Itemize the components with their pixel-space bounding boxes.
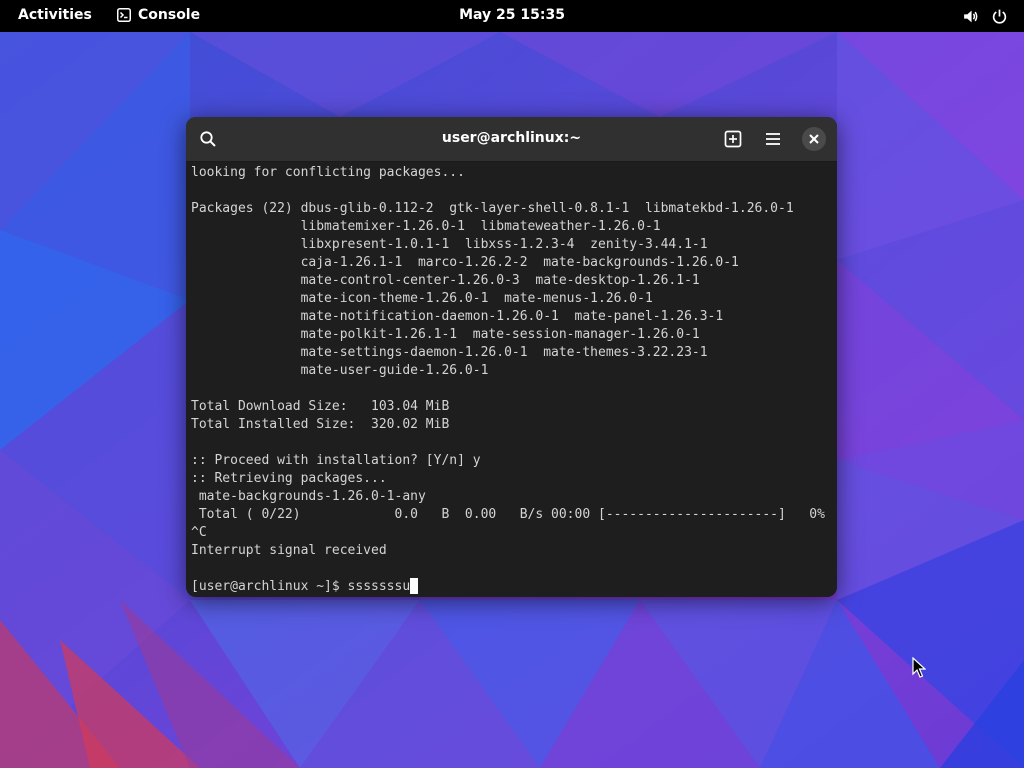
- shell-prompt: [user@archlinux ~]$: [191, 579, 348, 594]
- terminal-line: ^C: [191, 525, 207, 540]
- terminal-line: :: Retrieving packages...: [191, 471, 387, 486]
- system-status-menu[interactable]: [962, 8, 1008, 25]
- new-tab-button[interactable]: [719, 125, 747, 153]
- terminal-line: Total Installed Size: 320.02 MiB: [191, 417, 450, 432]
- terminal-line: looking for conflicting packages...: [191, 165, 465, 180]
- terminal-line: Interrupt signal received: [191, 543, 387, 558]
- mouse-pointer-icon: [912, 657, 926, 678]
- terminal-line: mate-notification-daemon-1.26.0-1 mate-p…: [191, 309, 724, 324]
- terminal-line: :: Proceed with installation? [Y/n] y: [191, 453, 481, 468]
- prompt-line[interactable]: [user@archlinux ~]$ sssssssu: [191, 578, 836, 594]
- terminal-line: mate-control-center-1.26.0-3 mate-deskto…: [191, 273, 700, 288]
- search-button[interactable]: [194, 125, 222, 153]
- command-input[interactable]: sssssssu: [348, 578, 411, 594]
- menu-icon: [766, 133, 780, 145]
- terminal-line: mate-backgrounds-1.26.0-1-any: [191, 489, 426, 504]
- search-icon: [200, 131, 216, 147]
- close-icon: [809, 134, 819, 144]
- terminal-line: mate-icon-theme-1.26.0-1 mate-menus-1.26…: [191, 291, 653, 306]
- app-menu-button[interactable]: Console: [117, 7, 200, 23]
- terminal-line: Total Download Size: 103.04 MiB: [191, 399, 450, 414]
- terminal-line: libmatemixer-1.26.0-1 libmateweather-1.2…: [191, 219, 661, 234]
- close-button[interactable]: [802, 127, 826, 151]
- new-tab-icon: [724, 130, 742, 148]
- terminal-icon: [117, 8, 131, 22]
- terminal-line: Total ( 0/22) 0.0 B 0.00 B/s 00:00 [----…: [191, 507, 825, 522]
- volume-icon: [964, 10, 978, 23]
- terminal-line: Packages (22) dbus-glib-0.112-2 gtk-laye…: [191, 201, 794, 216]
- terminal-line: mate-user-guide-1.26.0-1: [191, 363, 489, 378]
- terminal-line: caja-1.26.1-1 marco-1.26.2-2 mate-backgr…: [191, 255, 739, 270]
- main-menu-button[interactable]: [759, 125, 787, 153]
- terminal-line: mate-settings-daemon-1.26.0-1 mate-theme…: [191, 345, 708, 360]
- terminal-line: libxpresent-1.0.1-1 libxss-1.2.3-4 zenit…: [191, 237, 708, 252]
- terminal-window[interactable]: user@archlinux:~ looking for conflicting…: [186, 117, 837, 597]
- terminal-output[interactable]: looking for conflicting packages... Packa…: [191, 164, 836, 594]
- app-name-label: Console: [138, 7, 201, 23]
- text-cursor: [410, 578, 419, 594]
- top-bar: Activities Console May 25 15:35: [0, 0, 1024, 32]
- power-icon: [992, 9, 1007, 24]
- window-headerbar[interactable]: user@archlinux:~: [186, 117, 837, 162]
- clock-button[interactable]: May 25 15:35: [459, 7, 565, 23]
- activities-button[interactable]: Activities: [18, 7, 92, 23]
- terminal-line: mate-polkit-1.26.1-1 mate-session-manage…: [191, 327, 700, 342]
